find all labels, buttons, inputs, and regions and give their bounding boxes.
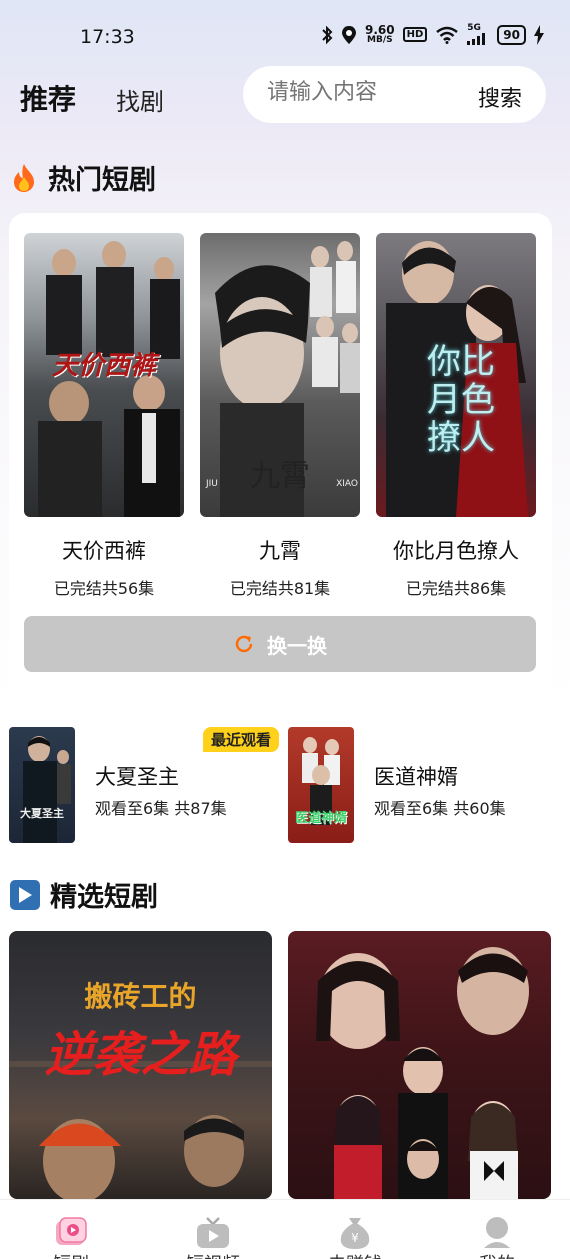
poster-title: 你比月色撩人 [427,342,495,458]
charging-icon [534,24,544,45]
bottom-nav: 短剧 短视频 ¥ 去赚钱 我的 [0,1199,570,1259]
recent-drama-name: 医道神婿 [374,765,458,789]
signal-bars-icon [467,33,486,45]
hot-drama-item[interactable]: 天价西裤 天价西裤 已完结共56集 [24,233,184,599]
poster-title-line1: 搬砖工的 [84,980,197,1013]
poster-sub-left: JIU [206,479,218,489]
hot-drama-name: 你比月色撩人 [393,539,519,563]
refresh-label: 换一换 [267,633,327,658]
svg-text:¥: ¥ [351,1231,359,1245]
nav-label: 短剧 [0,1250,142,1259]
featured-section-title: 精选短剧 [50,882,158,913]
top-nav: 推荐 找剧 搜索 [0,64,570,126]
recent-watched-badge: 最近观看 [203,727,280,752]
hot-drama-episodes: 已完结共86集 [405,579,507,598]
poster-title: 九霄 [250,459,310,494]
recent-drama-progress: 观看至6集 共60集 [374,799,506,818]
nav-label: 我的 [426,1250,568,1259]
bluetooth-icon [322,25,333,44]
search-button[interactable]: 搜索 [478,81,522,113]
recent-drama-progress: 观看至6集 共87集 [95,799,227,818]
status-bar: 17:33 9.60 MB/S HD 5G 90 [0,0,570,70]
battery-indicator: 90 [497,24,526,45]
hot-section-title: 热门短剧 [48,165,156,196]
wifi-icon [436,26,459,44]
recent-drama-name: 大夏圣主 [95,765,179,789]
hot-section-header: 热门短剧 [10,158,156,197]
status-time: 17:33 [80,26,135,48]
featured-drama-card[interactable] [288,931,551,1199]
search-box[interactable]: 搜索 [243,66,546,123]
status-icons: 9.60 MB/S HD 5G 90 [321,24,544,45]
play-icon [10,879,40,910]
money-bag-icon: ¥ [340,1218,370,1249]
featured-drama-card[interactable]: 搬砖工的 逆袭之路 [9,931,272,1199]
poster-art [23,736,71,843]
featured-section-header: 精选短剧 [10,875,158,914]
poster-title: 医道神婿 [294,811,347,826]
poster-sub-right: XIAO [336,479,358,489]
hot-drama-name: 天价西裤 [62,539,146,563]
refresh-button[interactable]: 换一换 [24,616,536,672]
location-icon [342,25,357,44]
hot-drama-item[interactable]: 九霄 JIU XIAO 九霄 已完结共81集 [200,233,360,599]
tab-find[interactable]: 找剧 [116,82,164,117]
search-input[interactable] [267,80,457,105]
refresh-icon [235,635,253,653]
poster-art [316,947,529,1199]
tab-recommend[interactable]: 推荐 [20,78,76,118]
net-speed: 9.60 MB/S [365,23,395,45]
fire-icon [14,163,34,192]
hot-drama-name: 九霄 [259,539,301,563]
nav-label: 去赚钱 [284,1250,426,1259]
hot-drama-card: 天价西裤 天价西裤 已完结共56集 九霄 JIU XIAO 九霄 已完结共81集 [9,213,552,703]
drama-poster[interactable]: 九霄 JIU XIAO [200,233,360,517]
user-icon [484,1217,510,1248]
cell-signal: 5G [467,24,489,45]
poster-title: 天价西裤 [51,351,156,381]
tv-icon [197,1217,229,1248]
drama-icon [56,1217,87,1245]
recent-drama-item[interactable]: 医道神婿 医道神婿 观看至6集 共60集 [288,727,548,843]
recent-thumb[interactable]: 医道神婿 [288,727,354,843]
hot-drama-item[interactable]: 你比月色撩人 你比月色撩人 已完结共86集 [376,233,536,599]
poster-title: 大夏圣主 [20,807,64,820]
hd-badge: HD [402,27,428,42]
nav-label: 短视频 [142,1250,284,1259]
hot-drama-episodes: 已完结共56集 [53,579,155,598]
recent-drama-item[interactable]: 大夏圣主 大夏圣主 观看至6集 共87集 最近观看 [9,727,280,843]
drama-poster[interactable]: 天价西裤 [24,233,184,517]
hot-drama-episodes: 已完结共81集 [229,579,331,598]
recent-thumb[interactable]: 大夏圣主 [9,727,75,843]
drama-poster[interactable]: 你比月色撩人 [376,233,536,517]
poster-title-line2: 逆袭之路 [44,1027,237,1083]
